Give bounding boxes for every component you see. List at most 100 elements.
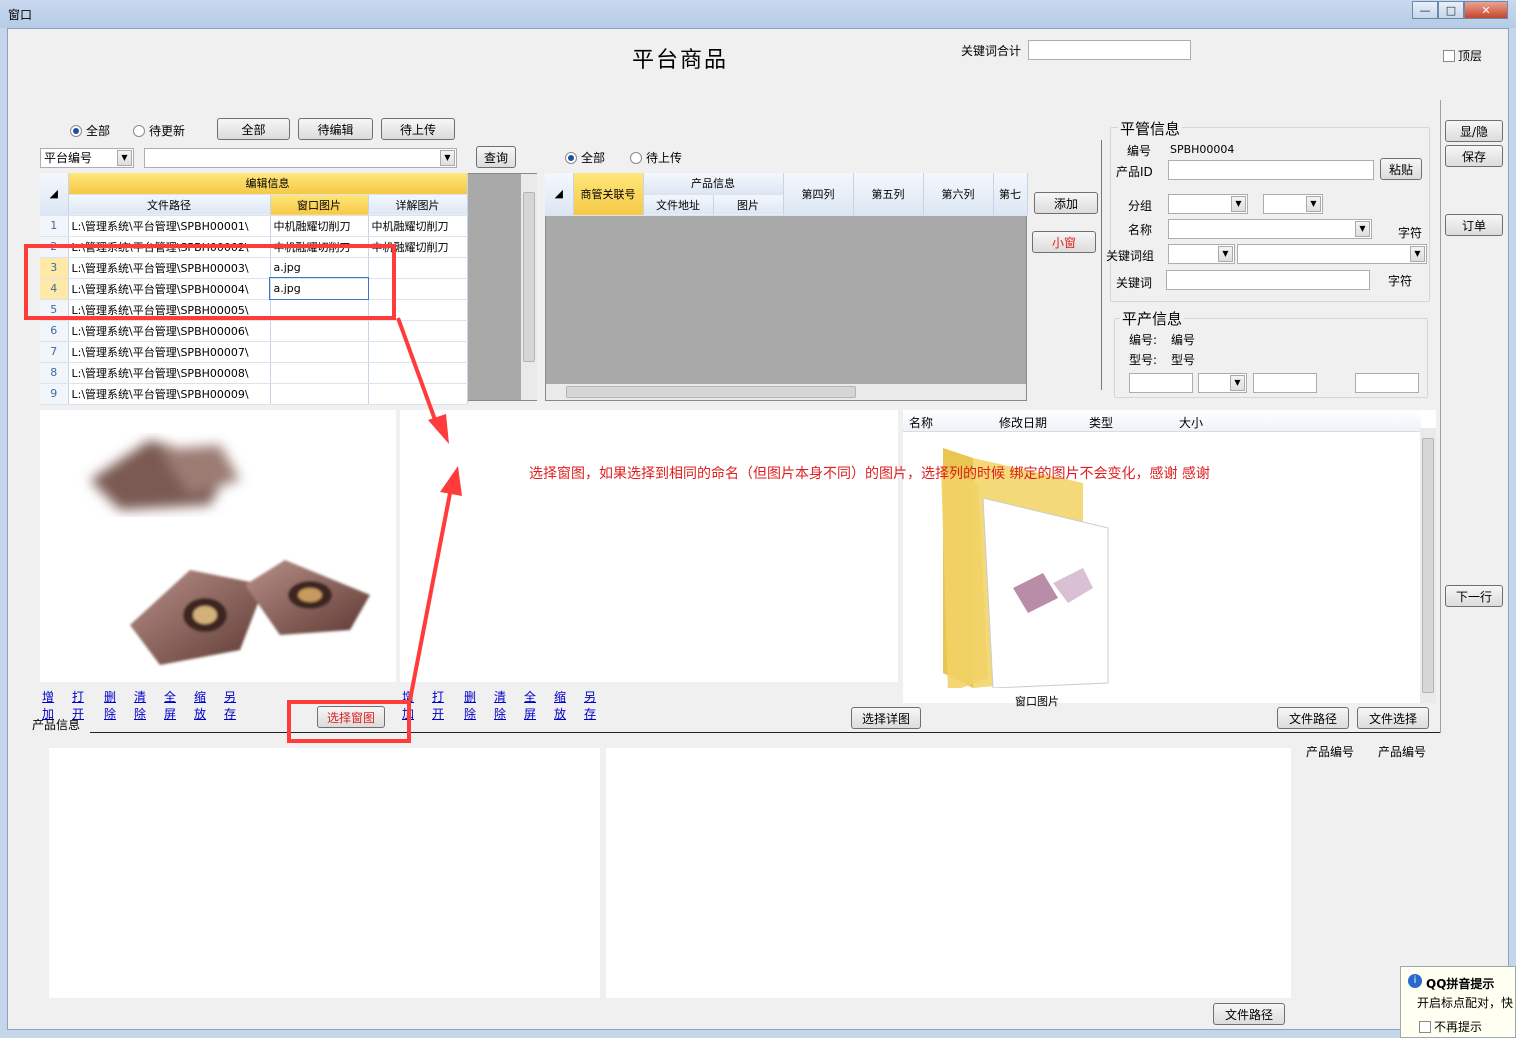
cell-window-image[interactable]	[270, 341, 369, 363]
cell-window-image[interactable]	[270, 320, 369, 342]
order-button[interactable]: 订单	[1445, 214, 1503, 236]
platform-value-select[interactable]: ▼	[144, 148, 457, 168]
left-grid-scrollbar[interactable]	[521, 174, 537, 400]
table-row[interactable]: 9 L:\管理系统\平台管理\SPBH00009\	[40, 383, 468, 405]
cell-file-path[interactable]: L:\管理系统\平台管理\SPBH00009\	[68, 383, 271, 405]
cell-window-image[interactable]	[270, 299, 369, 321]
row-number[interactable]: 1	[40, 215, 69, 237]
image-link-4[interactable]: 全屏	[164, 688, 176, 722]
column-header-type[interactable]: 类型	[1089, 414, 1113, 431]
file-list-panel[interactable]: 名称 修改日期 类型 大小 窗口图片	[903, 410, 1436, 708]
save-button[interactable]: 保存	[1445, 145, 1503, 167]
product-text-panel-right[interactable]	[606, 748, 1291, 998]
column-header-link[interactable]: 商管关联号	[573, 173, 644, 216]
image-link-0[interactable]: 增加	[402, 688, 414, 722]
cell-detail-image[interactable]: 中机融耀切削刀	[368, 215, 468, 237]
query-button[interactable]: 查询	[476, 146, 516, 168]
column-header[interactable]: 窗口图片	[270, 194, 369, 216]
cell-file-path[interactable]: L:\管理系统\平台管理\SPBH00002\	[68, 236, 271, 258]
column-header[interactable]: 第七	[993, 173, 1028, 216]
keyword-group-select-1[interactable]: ▼	[1168, 244, 1235, 264]
filter-all-button[interactable]: 全部	[217, 118, 290, 140]
row-number[interactable]: 8	[40, 362, 69, 384]
column-header-date[interactable]: 修改日期	[999, 414, 1047, 431]
keyword-total-field[interactable]	[1028, 40, 1191, 60]
select-detail-image-button[interactable]: 选择详图	[851, 707, 921, 729]
image-link-5[interactable]: 缩放	[194, 688, 206, 722]
file-select-button[interactable]: 文件选择	[1357, 707, 1429, 729]
row-number[interactable]: 7	[40, 341, 69, 363]
keyword-field[interactable]	[1166, 270, 1370, 290]
image-link-1[interactable]: 打开	[432, 688, 444, 722]
image-link-5[interactable]: 缩放	[554, 688, 566, 722]
platform-select[interactable]: 平台编号 ▼	[40, 148, 134, 168]
column-header-name[interactable]: 名称	[909, 414, 933, 431]
cell-window-image[interactable]	[270, 383, 369, 405]
radio-pending-update[interactable]: 待更新	[133, 122, 185, 139]
image-link-3[interactable]: 清除	[494, 688, 506, 722]
add-button[interactable]: 添加	[1034, 192, 1098, 214]
row-number[interactable]: 5	[40, 299, 69, 321]
pending-edit-button[interactable]: 待编辑	[298, 118, 373, 140]
group-select-2[interactable]: ▼	[1263, 194, 1323, 214]
dont-show-checkbox[interactable]: 不再提示	[1419, 1018, 1482, 1035]
file-path-button[interactable]: 文件路径	[1277, 707, 1349, 729]
product-field-1[interactable]	[1129, 373, 1193, 393]
scroll-thumb[interactable]	[1422, 438, 1434, 693]
image-link-6[interactable]: 另存	[224, 688, 236, 722]
product-id-field[interactable]	[1168, 160, 1374, 180]
maximize-icon[interactable]: □	[1438, 1, 1464, 19]
cell-detail-image[interactable]	[368, 257, 468, 279]
cell-file-path[interactable]: L:\管理系统\平台管理\SPBH00007\	[68, 341, 271, 363]
product-field-2[interactable]	[1253, 373, 1317, 393]
show-hide-button[interactable]: 显/隐	[1445, 120, 1503, 142]
cell-window-image[interactable]: 中机融耀切削刀	[270, 215, 369, 237]
table-row[interactable]: 7 L:\管理系统\平台管理\SPBH00007\	[40, 341, 468, 363]
minimize-icon[interactable]: —	[1412, 1, 1438, 19]
cell-detail-image[interactable]	[368, 383, 468, 405]
column-header[interactable]: 第四列	[783, 173, 854, 216]
image-link-4[interactable]: 全屏	[524, 688, 536, 722]
image-link-2[interactable]: 删除	[464, 688, 476, 722]
cell-window-image[interactable]	[270, 362, 369, 384]
table-row[interactable]: 1 L:\管理系统\平台管理\SPBH00001\ 中机融耀切削刀 中机融耀切削刀	[40, 215, 468, 237]
close-icon[interactable]: ✕	[1464, 1, 1508, 19]
scroll-thumb[interactable]	[566, 386, 856, 398]
cell-window-image[interactable]: a.jpg	[270, 257, 369, 279]
cell-detail-image[interactable]	[368, 299, 468, 321]
row-number[interactable]: 3	[40, 257, 69, 279]
image-link-2[interactable]: 删除	[104, 688, 116, 722]
table-row[interactable]: 4 L:\管理系统\平台管理\SPBH00004\ a.jpg	[40, 277, 468, 300]
row-number[interactable]: 6	[40, 320, 69, 342]
topmost-checkbox[interactable]: 顶层	[1443, 47, 1482, 64]
cell-file-path[interactable]: L:\管理系统\平台管理\SPBH00005\	[68, 299, 271, 321]
cell-detail-image[interactable]	[368, 341, 468, 363]
select-window-image-button[interactable]: 选择窗图	[317, 706, 385, 728]
detail-image-panel[interactable]	[400, 410, 898, 682]
table-row[interactable]: 8 L:\管理系统\平台管理\SPBH00008\	[40, 362, 468, 384]
cell-detail-image[interactable]: 中机融耀切削刀	[368, 236, 468, 258]
row-number[interactable]: 4	[40, 278, 69, 300]
product-text-panel-left[interactable]	[49, 748, 600, 998]
radio-all-left[interactable]: 全部	[70, 122, 110, 139]
table-row[interactable]: 6 L:\管理系统\平台管理\SPBH00006\	[40, 320, 468, 342]
window-image-panel[interactable]	[40, 410, 396, 682]
row-number[interactable]: 9	[40, 383, 69, 405]
cell-detail-image[interactable]	[368, 362, 468, 384]
column-header[interactable]: 第六列	[923, 173, 994, 216]
pending-upload-button[interactable]: 待上传	[381, 118, 455, 140]
product-select[interactable]: ▼	[1198, 373, 1247, 393]
cell-file-path[interactable]: L:\管理系统\平台管理\SPBH00004\	[68, 278, 271, 300]
keyword-group-select-2[interactable]: ▼	[1237, 244, 1427, 264]
group-select-1[interactable]: ▼	[1168, 194, 1248, 214]
cell-file-path[interactable]: L:\管理系统\平台管理\SPBH00008\	[68, 362, 271, 384]
cell-file-path[interactable]: L:\管理系统\平台管理\SPBH00006\	[68, 320, 271, 342]
image-link-6[interactable]: 另存	[584, 688, 596, 722]
column-header[interactable]: 图片	[713, 194, 784, 216]
next-row-button[interactable]: 下一行	[1445, 585, 1503, 607]
cell-window-image[interactable]: 中机融耀切削刀	[270, 236, 369, 258]
radio-pending-upload[interactable]: 待上传	[630, 149, 682, 166]
small-window-button[interactable]: 小窗	[1032, 231, 1096, 253]
file-path-button-bottom[interactable]: 文件路径	[1213, 1003, 1285, 1025]
image-link-3[interactable]: 清除	[134, 688, 146, 722]
